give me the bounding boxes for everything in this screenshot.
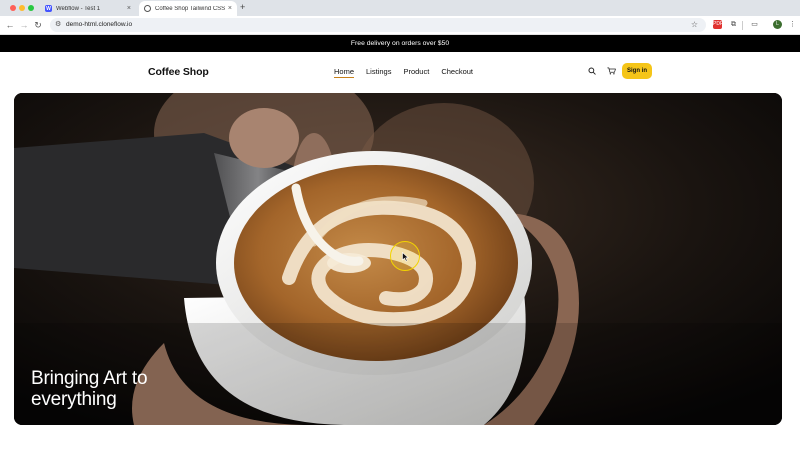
address-bar[interactable]: ⚙ demo-html.cloneflow.io ☆ <box>50 18 706 32</box>
nav-link-home[interactable]: Home <box>334 67 355 78</box>
browser-menu-icon[interactable]: ⋮ <box>788 20 797 29</box>
browser-tab-coffee-shop[interactable]: Coffee Shop Tailwind CSS Te × <box>139 1 237 16</box>
tab-close-icon[interactable]: × <box>127 5 131 12</box>
browser-tab-webflow[interactable]: W Webflow - Test 1 × <box>40 1 136 16</box>
nav-link-product[interactable]: Product <box>403 67 429 78</box>
extensions-puzzle-icon[interactable]: ⧉ <box>729 20 738 29</box>
window-zoom-button[interactable] <box>28 5 34 11</box>
profile-avatar[interactable]: L <box>773 20 782 29</box>
new-tab-button[interactable]: + <box>240 2 245 12</box>
tab-title: Webflow - Test 1 <box>56 5 101 12</box>
bookmark-star-icon[interactable]: ☆ <box>691 20 698 29</box>
toolbar-divider <box>742 21 743 30</box>
window-minimize-button[interactable] <box>19 5 25 11</box>
hero-title: Bringing Art to everything <box>31 368 148 410</box>
window-close-button[interactable] <box>10 5 16 11</box>
webflow-icon: W <box>45 5 52 12</box>
cart-icon[interactable] <box>603 63 619 79</box>
sign-in-button[interactable]: Sign in <box>622 63 652 79</box>
tab-title: Coffee Shop Tailwind CSS Te <box>155 5 225 12</box>
browser-toolbar: ← → ↻ ⚙ demo-html.cloneflow.io ☆ PDF ⧉ ▭… <box>0 16 800 35</box>
nav-link-checkout[interactable]: Checkout <box>441 67 473 78</box>
browser-tab-strip: W Webflow - Test 1 × Coffee Shop Tailwin… <box>0 0 800 16</box>
promo-banner: Free delivery on orders over $50 <box>0 35 800 52</box>
forward-arrow-icon[interactable]: → <box>18 19 30 31</box>
globe-icon <box>144 5 151 12</box>
url-text: demo-html.cloneflow.io <box>66 21 133 28</box>
pdf-extension-icon[interactable]: PDF <box>713 20 723 29</box>
site-header: Coffee Shop Home Listings Product Checko… <box>0 52 800 92</box>
tab-close-icon[interactable]: × <box>228 5 232 12</box>
back-arrow-icon[interactable]: ← <box>4 19 16 31</box>
site-info-icon[interactable]: ⚙ <box>55 21 63 29</box>
reload-icon[interactable]: ↻ <box>32 19 44 31</box>
main-nav: Home Listings Product Checkout <box>334 67 485 78</box>
side-panel-icon[interactable]: ▭ <box>750 20 759 29</box>
mouse-pointer-icon <box>402 252 409 262</box>
search-icon[interactable] <box>584 63 600 79</box>
nav-link-listings[interactable]: Listings <box>366 67 391 78</box>
brand-logo[interactable]: Coffee Shop <box>148 66 209 78</box>
